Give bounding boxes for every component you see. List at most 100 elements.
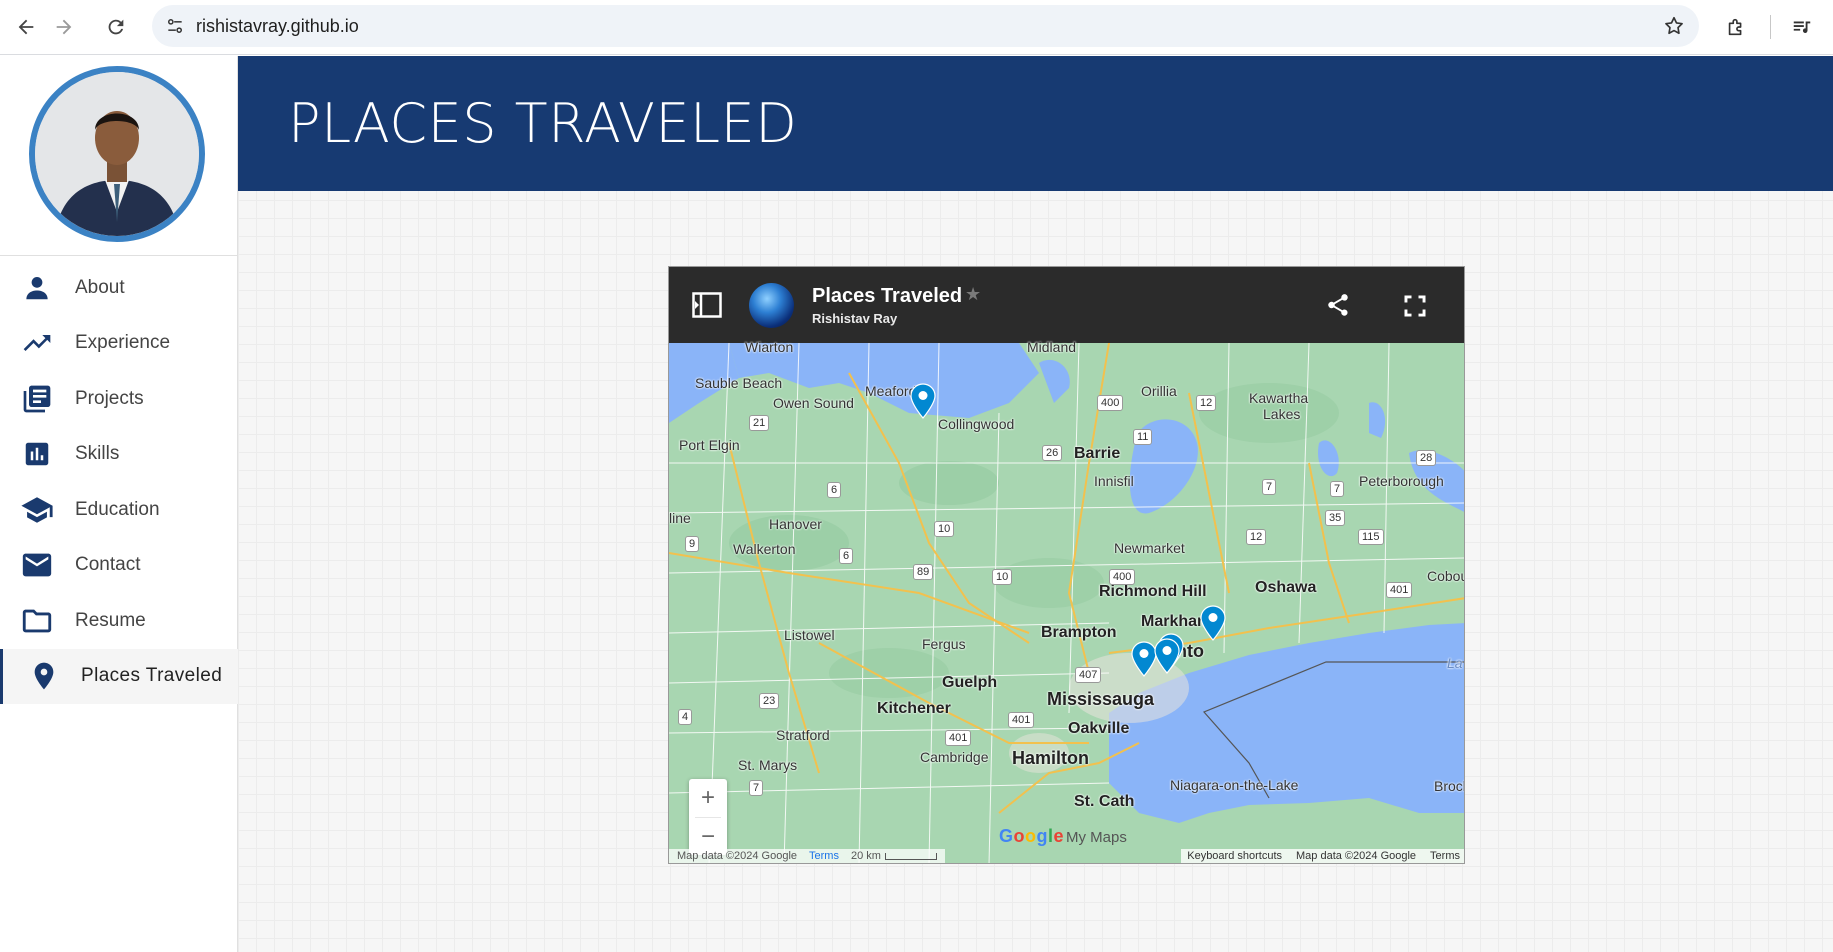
place-label: Cambridge — [920, 749, 989, 765]
place-label: La — [1447, 655, 1463, 671]
highway-shield: 12 — [1196, 395, 1217, 411]
trending-up-icon — [20, 326, 54, 360]
sidebar-item-label: Projects — [75, 387, 144, 409]
place-label: Sauble Beach — [695, 375, 783, 391]
highway-shield: 400 — [1109, 569, 1136, 585]
map-data-text: Map data ©2024 Google — [1296, 850, 1417, 862]
highway-shield: 35 — [1325, 510, 1346, 526]
sidebar-item-contact[interactable]: Contact — [0, 538, 238, 594]
place-label: Lakes — [1263, 406, 1301, 422]
place-label: Mississauga — [1047, 689, 1155, 709]
place-label: Wiarton — [745, 339, 794, 355]
sidebar-item-label: Experience — [75, 332, 171, 354]
star-icon[interactable]: ★ — [965, 284, 981, 305]
url-text[interactable]: rishistavray.github.io — [196, 16, 359, 37]
place-label: Walkerton — [733, 541, 796, 557]
sidebar-item-skills[interactable]: Skills — [0, 427, 238, 483]
highway-shield: 10 — [992, 569, 1013, 585]
site-info-button[interactable] — [160, 11, 190, 41]
map-title[interactable]: Places Traveled — [812, 285, 962, 308]
embedded-map[interactable]: Places Traveled ★ Rishistav Ray Wiarton … — [668, 266, 1465, 864]
sidebar-item-about[interactable]: About — [0, 260, 238, 316]
sidebar-item-label: About — [75, 276, 125, 298]
place-label: Listowel — [784, 627, 835, 643]
profile-photo — [35, 72, 199, 236]
place-label: Hanover — [769, 516, 822, 532]
sidebar-item-experience[interactable]: Experience — [0, 316, 238, 372]
place-label: Newmarket — [1114, 540, 1185, 556]
keyboard-shortcuts-link[interactable]: Keyboard shortcuts — [1187, 850, 1282, 863]
place-icon — [27, 659, 61, 693]
scale-bar — [884, 852, 937, 860]
highway-shield: 23 — [759, 693, 780, 709]
place-label: Oakville — [1068, 720, 1130, 737]
fullscreen-icon[interactable] — [1401, 292, 1429, 320]
extensions-button[interactable] — [1718, 9, 1754, 45]
sidebar-nav: About Experience Projects Skills Educati… — [0, 260, 238, 704]
sidebar-item-projects[interactable]: Projects — [0, 371, 238, 427]
place-label: Oshawa — [1255, 579, 1317, 596]
sidebar-item-label: Resume — [75, 609, 146, 631]
map-pin-collingwood[interactable] — [910, 383, 936, 419]
sidebar: About Experience Projects Skills Educati… — [0, 56, 238, 952]
place-label: Niagara-on-the-Lake — [1170, 777, 1299, 793]
highway-shield: 21 — [749, 415, 770, 431]
highway-shield: 11 — [1133, 429, 1153, 445]
highway-shield: 407 — [1075, 667, 1102, 683]
puzzle-icon — [1728, 18, 1742, 36]
mail-icon — [20, 548, 54, 582]
media-button[interactable] — [1784, 9, 1820, 45]
bookmark-button[interactable] — [1661, 13, 1687, 39]
page-title: PLACES TRAVELED — [288, 92, 798, 155]
address-bar[interactable]: rishistavray.github.io — [152, 5, 1699, 47]
map-attribution-left: Map data ©2024 Google Terms 20 km — [669, 849, 945, 863]
tune-icon — [168, 19, 182, 33]
place-label: Fergus — [922, 636, 966, 652]
reload-button[interactable] — [98, 9, 134, 45]
legend-toggle-icon[interactable] — [692, 292, 722, 318]
sidebar-item-education[interactable]: Education — [0, 482, 238, 538]
place-label: St. Cath — [1074, 793, 1135, 810]
share-icon[interactable] — [1325, 292, 1351, 318]
highway-shield: 400 — [1097, 395, 1124, 411]
highway-shield: 9 — [685, 536, 700, 552]
folder-icon — [20, 604, 54, 638]
zoom-control: + − — [689, 779, 727, 855]
sidebar-item-places-traveled[interactable]: Places Traveled — [0, 648, 238, 704]
map-pin-toronto[interactable] — [1154, 638, 1180, 674]
sidebar-item-label: Contact — [75, 554, 141, 576]
terms-link[interactable]: Terms — [809, 850, 839, 863]
terms-link[interactable]: Terms — [1430, 850, 1460, 863]
highway-shield: 89 — [913, 564, 934, 580]
highway-shield: 7 — [1262, 479, 1277, 495]
zoom-in-button[interactable]: + — [689, 779, 727, 817]
back-button[interactable] — [8, 9, 44, 45]
place-label: St. Marys — [738, 757, 798, 773]
map-data-text: Map data ©2024 Google — [677, 850, 798, 862]
map-attribution-right: Keyboard shortcuts Map data ©2024 Google… — [1181, 849, 1464, 863]
highway-shield: 115 — [1358, 529, 1384, 545]
highway-shield: 401 — [1386, 582, 1413, 598]
sidebar-item-label: Education — [75, 498, 160, 520]
place-label: Peterborough — [1359, 473, 1444, 489]
place-label: Brock — [1434, 778, 1464, 794]
place-label: Port Elgin — [679, 437, 740, 453]
my-maps-label: My Maps — [1066, 829, 1127, 846]
place-label: Richmond Hill — [1099, 583, 1207, 600]
map-pin-markham[interactable] — [1200, 605, 1226, 641]
highway-shield: 12 — [1246, 529, 1267, 545]
highway-shield: 401 — [1008, 712, 1035, 728]
scale-label: 20 km — [850, 850, 881, 862]
main-content: PLACES TRAVELED Places Traveled ★ Rishis… — [238, 56, 1833, 952]
place-label: Innisfil — [1094, 473, 1134, 489]
arrow-right-icon — [56, 19, 72, 35]
place-label: Cobour — [1427, 568, 1464, 584]
sidebar-item-resume[interactable]: Resume — [0, 593, 238, 649]
forward-button[interactable] — [46, 9, 82, 45]
place-label: Hamilton — [1012, 748, 1090, 768]
library-books-icon — [20, 382, 54, 416]
star-outline-icon — [1665, 16, 1683, 35]
map-canvas[interactable]: Wiarton Midland Sauble Beach Meaford Owe… — [669, 339, 1464, 863]
scale-indicator: 20 km — [850, 850, 937, 863]
sidebar-divider — [0, 255, 238, 256]
